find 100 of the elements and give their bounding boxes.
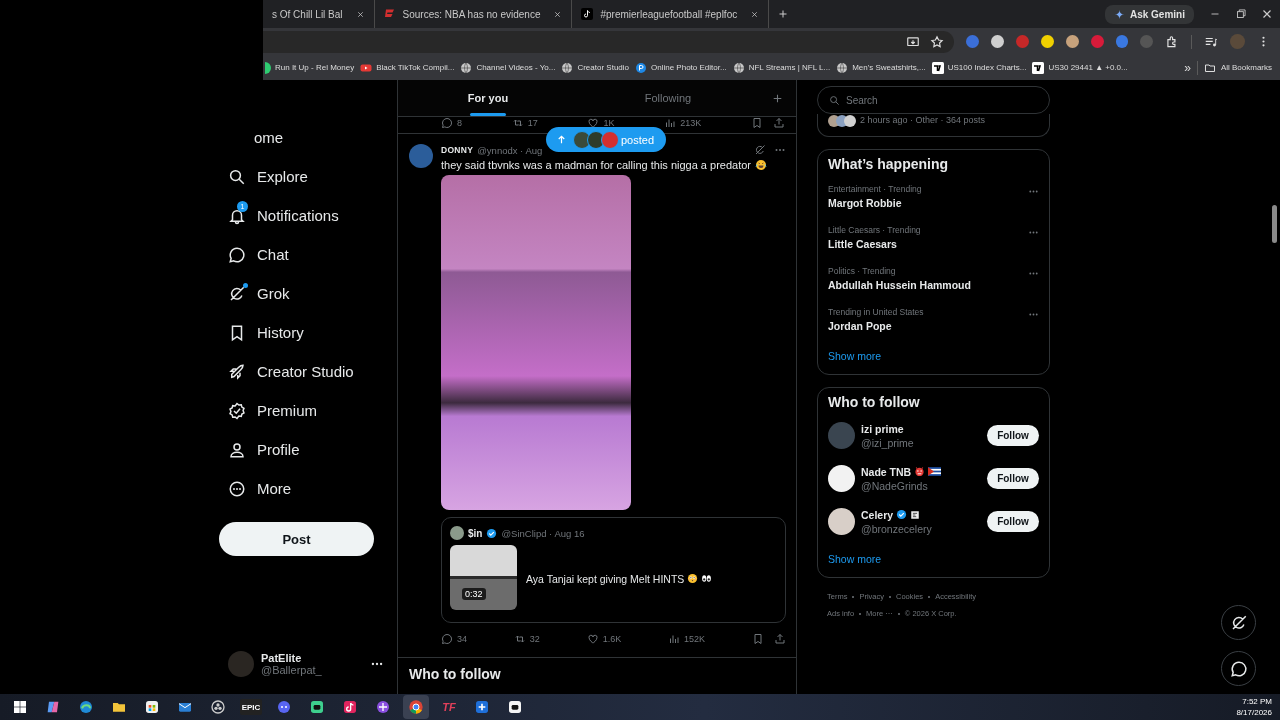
like-button[interactable]: 1.6K (586, 633, 622, 645)
extension-icon[interactable] (991, 35, 1005, 48)
scrollbar[interactable] (1272, 205, 1277, 243)
nav-item[interactable]: Premium (219, 391, 380, 430)
nav-item[interactable]: Profile (219, 430, 380, 469)
extension-icon[interactable] (1041, 35, 1054, 48)
bookmark-item[interactable]: Creator Studio (561, 61, 629, 74)
rocket-icon (228, 362, 246, 381)
bookmark-item[interactable]: US100 Index Charts... (931, 61, 1027, 74)
author-name: DONNY (441, 145, 474, 155)
quoted-post[interactable]: $in @SinClipd · Aug 16 0:32 Aya Tanjai kept giving Melt HINTS (441, 517, 786, 623)
up-arrow-icon (556, 134, 567, 145)
restore-icon[interactable] (1234, 7, 1248, 21)
bookmark-item[interactable]: NFL Streams | NFL L... (732, 61, 831, 74)
avatar (844, 115, 856, 127)
trend-name: Margot Robbie (828, 197, 903, 209)
trend-item[interactable]: Politics · Trending Abdullah Hussein Hammoud (828, 262, 1039, 303)
wave-logo-icon (78, 699, 94, 715)
clock-time: 7:52 PM (1241, 696, 1272, 707)
bookmark-item[interactable]: Men's Sweatshirts,... (836, 61, 926, 74)
more-bookmarks-button[interactable]: » (1184, 60, 1191, 75)
nav-item[interactable]: History (219, 313, 380, 352)
globe-icon (561, 61, 574, 74)
follow-button[interactable]: Follow (987, 511, 1039, 532)
close-icon[interactable] (553, 9, 563, 19)
views-button[interactable]: 213K (664, 117, 702, 129)
clock-date: 8/17/2026 (1236, 707, 1272, 718)
game-controller-icon (276, 699, 292, 715)
ogre-mask-icon (914, 466, 926, 477)
close-icon[interactable] (355, 9, 365, 19)
chart-logo-icon (931, 61, 944, 74)
ask-gemini-button[interactable]: Ask Gemini (1104, 4, 1194, 24)
more-icon (228, 479, 246, 498)
avatar (828, 508, 855, 535)
music-note-icon (342, 699, 358, 715)
chart-logo-icon (1032, 61, 1045, 74)
nav-item[interactable]: ome (219, 118, 380, 157)
feed-tab[interactable]: Following (578, 80, 758, 116)
bookmark-item[interactable]: Channel Videos - Yo... (460, 61, 556, 74)
trend-item[interactable]: Trending in United States Jordan Pope (828, 303, 1039, 344)
bookmark-item[interactable]: Online Photo Editor... (635, 61, 727, 74)
taskbar-app[interactable] (403, 695, 429, 719)
card-title: Who to follow (828, 394, 921, 410)
repost-button[interactable]: 17 (511, 117, 538, 129)
views-button[interactable]: 152K (668, 633, 706, 645)
avatar (828, 422, 855, 449)
bookmark-icon[interactable] (750, 117, 763, 129)
follow-button[interactable]: Follow (987, 425, 1039, 446)
avatar (828, 465, 855, 492)
bookmark-icon[interactable] (751, 633, 764, 645)
share-icon[interactable] (773, 633, 786, 645)
trend-meta: 2 hours ago · Other · 364 posts (860, 115, 986, 125)
nav-item[interactable]: Explore (219, 157, 380, 196)
avatar (587, 130, 605, 149)
account-handle: @Ballerpat_ (261, 664, 322, 676)
nav-item[interactable]: Grok (219, 274, 380, 313)
views-icon (668, 633, 681, 645)
extension-icon[interactable] (1065, 35, 1079, 48)
feed-tab[interactable]: For you (398, 80, 578, 116)
like-icon (586, 633, 599, 645)
trend-context: Little Caesars · Trending (828, 225, 921, 235)
share-icon[interactable] (772, 117, 785, 129)
check-badge-icon (228, 401, 246, 420)
reply-button[interactable]: 8 (441, 117, 462, 129)
trend-context: Politics · Trending (828, 266, 897, 276)
install-app-icon[interactable] (906, 34, 921, 49)
show-more-link[interactable]: Show more (828, 350, 882, 362)
follow-button[interactable]: Follow (987, 468, 1039, 489)
music-note-icon (581, 8, 594, 20)
bookmark-item[interactable]: Black TikTok Compil... (360, 61, 455, 74)
nav-item[interactable]: More (219, 469, 380, 508)
post-button[interactable]: Post (219, 522, 374, 556)
new-tab-icon[interactable] (777, 8, 790, 20)
account-name: Celery (861, 508, 894, 521)
grok-button[interactable] (1221, 605, 1256, 640)
reply-button[interactable]: 34 (441, 633, 467, 645)
bookmark-item[interactable]: US30 29441 ▲ +0.0... (1032, 61, 1128, 74)
like-button[interactable]: 1K (587, 117, 615, 129)
author-name: $in (468, 527, 483, 539)
game-controller-icon (309, 699, 325, 715)
video-placeholder[interactable] (441, 175, 631, 510)
globe-icon (836, 61, 849, 74)
nav-item[interactable]: Creator Studio (219, 352, 380, 391)
bookmark-star-icon[interactable] (930, 34, 945, 49)
close-icon[interactable] (750, 9, 760, 19)
account-name: PatElite (261, 652, 303, 664)
game-controller-icon (507, 699, 523, 715)
video-thumbnail[interactable]: 0:32 (450, 545, 517, 610)
taskbar-app[interactable]: TF (436, 695, 462, 719)
all-bookmarks-button[interactable]: All Bookmarks (1203, 61, 1272, 74)
bookmark-item[interactable]: Run It Up - Rel Money (265, 61, 355, 74)
trend-item[interactable]: Little Caesars · Trending Little Caesars (828, 221, 1039, 262)
search-field[interactable]: Search (817, 86, 1050, 114)
avatar (601, 130, 619, 149)
chat-button[interactable] (1221, 651, 1256, 686)
nav-item[interactable]: Chat (219, 235, 380, 274)
laughing-face-icon (755, 159, 767, 171)
repost-button[interactable]: 32 (513, 633, 540, 645)
trend-item[interactable]: Entertainment · Trending Margot Robbie (828, 180, 1039, 221)
show-more-link[interactable]: Show more (828, 553, 882, 565)
